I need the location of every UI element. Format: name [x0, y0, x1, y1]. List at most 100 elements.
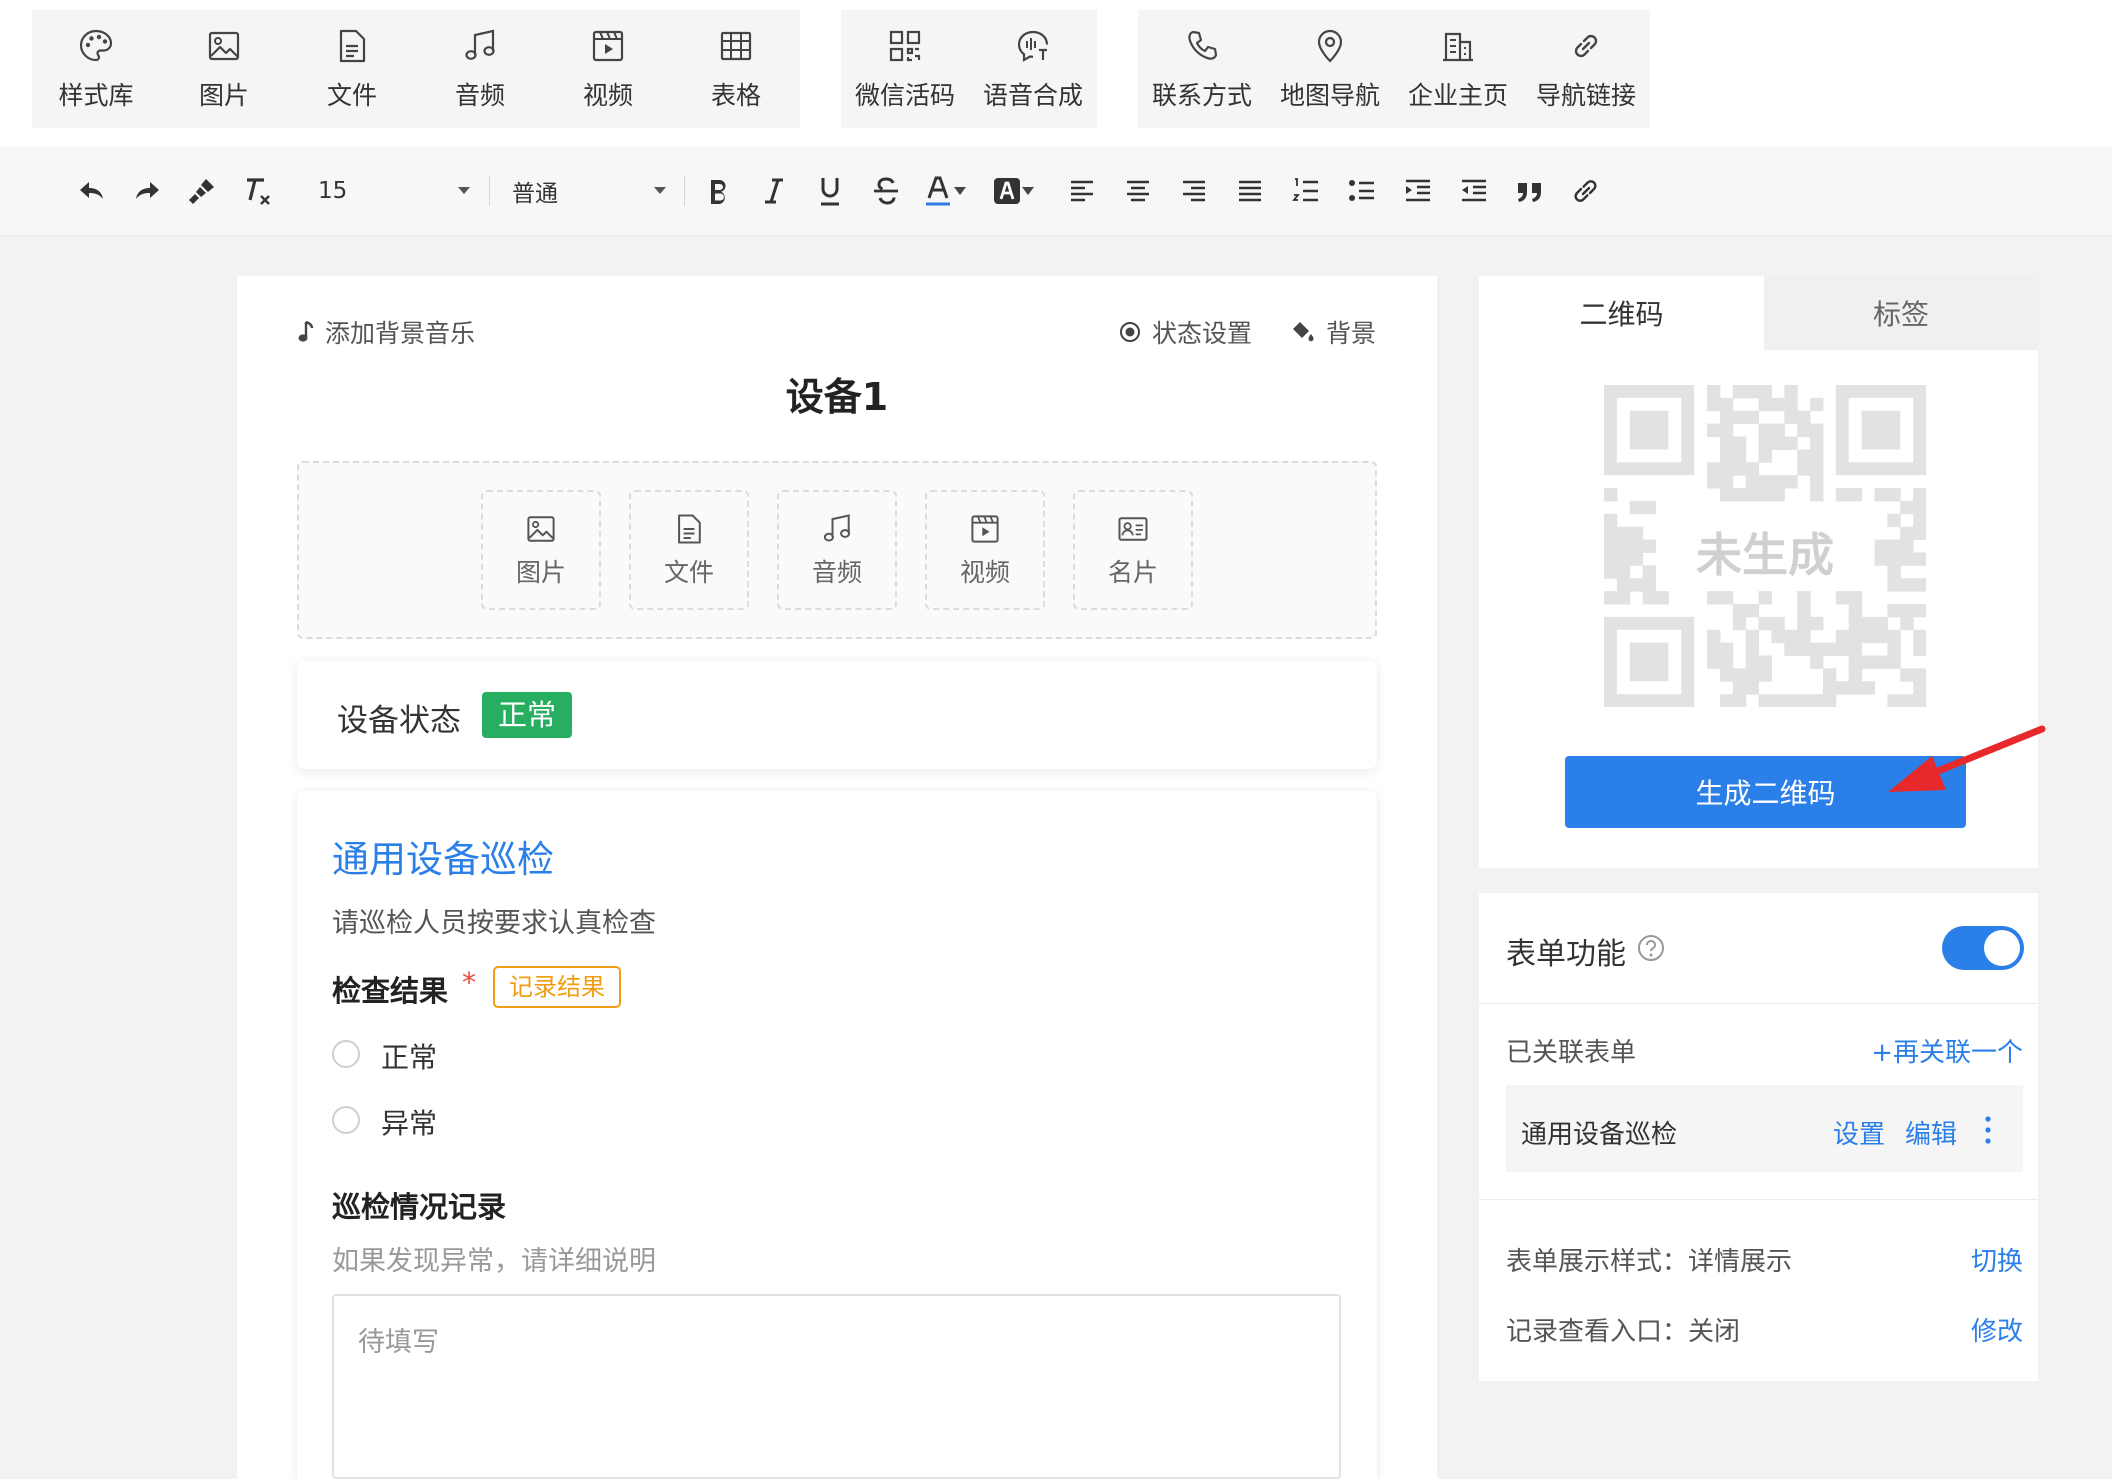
tab-label-label: 标签: [1872, 298, 1929, 331]
insert-video-button[interactable]: 视频: [544, 10, 672, 128]
generate-qrcode-label: 生成二维码: [1695, 777, 1836, 810]
add-bg-music-button[interactable]: 添加背景音乐: [297, 314, 475, 350]
insert-table-label: 表格: [710, 81, 761, 110]
redo-button[interactable]: [127, 170, 167, 212]
indent-button[interactable]: [1398, 170, 1438, 212]
tab-qrcode[interactable]: 二维码: [1479, 276, 1764, 350]
question-hint: 如果发现异常，请详细说明: [332, 1246, 656, 1277]
unordered-list-icon: [1349, 180, 1374, 201]
align-right-button[interactable]: [1174, 170, 1214, 212]
page-title[interactable]: 设备1: [237, 366, 1437, 421]
insert-file-button[interactable]: 文件: [288, 10, 416, 128]
insert-audio-label: 音频: [454, 81, 505, 110]
radio-abnormal[interactable]: [332, 1106, 360, 1134]
table-icon: [720, 31, 752, 61]
map-navigation-button[interactable]: 地图导航: [1266, 10, 1394, 128]
italic-icon: [765, 178, 783, 204]
align-center-icon: [1127, 180, 1149, 202]
option-abnormal-label: 异常: [381, 1107, 438, 1140]
status-settings-button[interactable]: 状态设置: [1118, 314, 1252, 350]
file-icon: [339, 29, 366, 63]
bold-icon: [711, 180, 726, 204]
insert-video-label: 视频: [582, 81, 633, 110]
background-label: 背景: [1326, 319, 1377, 348]
style-library-button[interactable]: 样式库: [32, 10, 160, 128]
justify-button[interactable]: [1230, 170, 1270, 212]
navigation-link-button[interactable]: 导航链接: [1522, 10, 1650, 128]
switch-style-button[interactable]: 切换: [1971, 1241, 2023, 1278]
ordered-list-button[interactable]: [1286, 170, 1326, 212]
music-note-icon: [298, 320, 314, 342]
strikethrough-button[interactable]: [866, 170, 906, 212]
question-label: 检查结果: [332, 974, 449, 1008]
font-color-button[interactable]: [922, 170, 974, 212]
record-textarea[interactable]: 待填写: [332, 1294, 1341, 1479]
required-mark: *: [462, 966, 476, 999]
attach-video-button[interactable]: 视频: [925, 490, 1045, 610]
undo-button[interactable]: [72, 170, 112, 212]
phone-icon: [1188, 30, 1218, 60]
qr-placeholder: 未生成: [1604, 385, 1926, 707]
tab-label[interactable]: 标签: [1764, 276, 2038, 350]
speech-icon: [1017, 30, 1049, 62]
toolbar-divider: [489, 176, 490, 206]
background-color-button[interactable]: [992, 170, 1044, 212]
attach-audio-button[interactable]: 音频: [777, 490, 897, 610]
speech-synthesis-button[interactable]: 语音合成: [969, 10, 1097, 128]
quote-button[interactable]: [1510, 170, 1550, 212]
attach-image-button[interactable]: 图片: [481, 490, 601, 610]
link-button[interactable]: [1566, 170, 1606, 212]
map-pin-icon: [1317, 29, 1343, 63]
radio-normal[interactable]: [332, 1040, 360, 1068]
insert-table-button[interactable]: 表格: [672, 10, 800, 128]
clear-format-button[interactable]: [238, 170, 278, 212]
form-function-title: 表单功能: [1506, 937, 1626, 972]
chevron-down-icon: [954, 187, 966, 195]
chevron-down-icon: [654, 187, 666, 194]
insert-audio-button[interactable]: 音频: [416, 10, 544, 128]
add-bg-music-label: 添加背景音乐: [325, 319, 476, 348]
unordered-list-button[interactable]: [1342, 170, 1382, 212]
form-edit-button[interactable]: 编辑: [1905, 1114, 1957, 1151]
paint-bucket-icon: [1293, 322, 1314, 342]
option-normal-label: 正常: [381, 1041, 438, 1074]
modify-entry-button[interactable]: 修改: [1971, 1311, 2023, 1348]
device-status-label: 设备状态: [337, 703, 461, 739]
wechat-qrcode-button[interactable]: 微信活码: [841, 10, 969, 128]
font-size-select[interactable]: 15: [318, 168, 470, 214]
paragraph-style-select[interactable]: 普通: [512, 168, 666, 214]
textarea-placeholder: 待填写: [358, 1327, 439, 1358]
help-icon[interactable]: [1637, 934, 1665, 962]
bold-button[interactable]: [698, 170, 738, 212]
attach-video-label: 视频: [959, 558, 1010, 587]
font-color-icon: [926, 176, 950, 206]
record-entry-label: 记录查看入口：关闭: [1506, 1317, 1741, 1347]
format-painter-button[interactable]: [182, 170, 222, 212]
justify-icon: [1239, 180, 1261, 202]
link-another-form-button[interactable]: +再关联一个: [1871, 1032, 2023, 1069]
link-icon: [1574, 34, 1598, 58]
speech-synthesis-label: 语音合成: [982, 81, 1083, 110]
attach-card-button[interactable]: 名片: [1073, 490, 1193, 610]
form-function-toggle[interactable]: [1942, 926, 2024, 970]
toggle-knob: [1984, 930, 2020, 966]
align-center-button[interactable]: [1118, 170, 1158, 212]
underline-button[interactable]: [810, 170, 850, 212]
contact-button[interactable]: 联系方式: [1138, 10, 1266, 128]
insert-group-business: 联系方式 地图导航 企业主页 导航链接: [1138, 10, 1650, 128]
attach-file-button[interactable]: 文件: [629, 490, 749, 610]
company-homepage-label: 企业主页: [1407, 81, 1508, 110]
italic-button[interactable]: [754, 170, 794, 212]
form-settings-button[interactable]: 设置: [1833, 1114, 1885, 1151]
background-button[interactable]: 背景: [1290, 314, 1376, 350]
outdent-button[interactable]: [1454, 170, 1494, 212]
record-result-tag[interactable]: 记录结果: [493, 966, 621, 1008]
company-homepage-button[interactable]: 企业主页: [1394, 10, 1522, 128]
map-navigation-label: 地图导航: [1279, 81, 1380, 110]
insert-toolbar: 样式库 图片 文件 音频 视频 表格 微信活码 语音合成 联系方式 地图导航 企…: [0, 0, 2112, 146]
more-vertical-icon[interactable]: [1983, 1114, 1993, 1146]
align-left-icon: [1071, 180, 1093, 202]
insert-image-button[interactable]: 图片: [160, 10, 288, 128]
align-left-button[interactable]: [1062, 170, 1102, 212]
status-settings-label: 状态设置: [1152, 319, 1253, 348]
